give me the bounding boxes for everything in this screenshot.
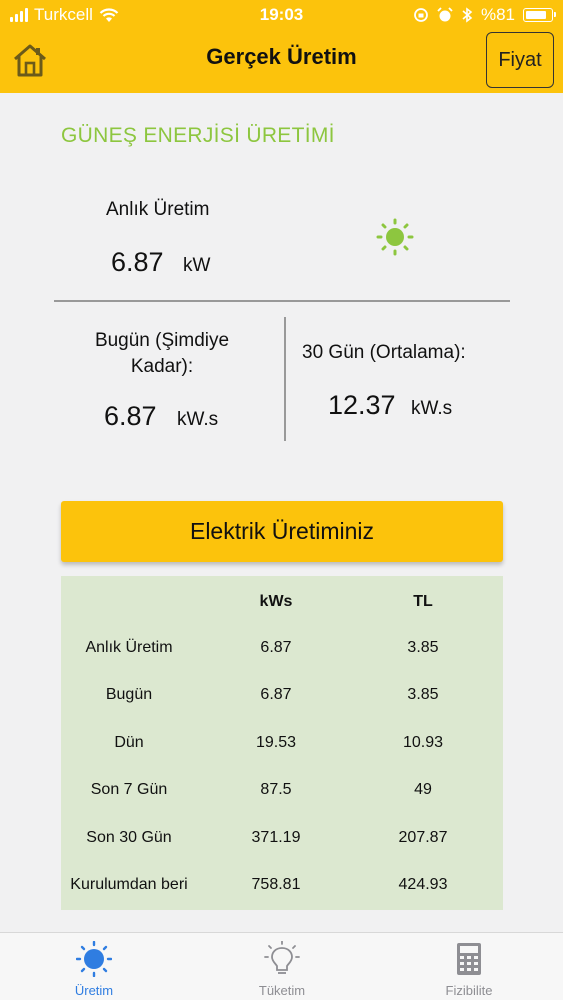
battery-icon <box>523 8 556 22</box>
instant-production-unit: kW <box>183 255 211 276</box>
row-tl: 3.85 <box>407 639 439 656</box>
today-value: 6.87 <box>104 401 157 431</box>
month-average-label: 30 Gün (Ortalama): <box>302 342 466 363</box>
row-tl: 49 <box>414 781 432 798</box>
row-kws: 6.87 <box>260 639 292 656</box>
month-average-unit: kW.s <box>411 398 453 419</box>
price-button[interactable]: Fiyat <box>486 32 554 88</box>
row-kws: 371.19 <box>251 829 301 846</box>
row-label: Son 30 Gün <box>86 829 172 846</box>
column-header-kws: kWs <box>259 593 293 610</box>
status-bar: Turkcell 19:03 %81 <box>0 0 563 30</box>
row-kws: 758.81 <box>251 876 301 893</box>
rotation-lock-icon <box>414 8 428 22</box>
app-header: Turkcell 19:03 %81 Gerçek Üretim Fiyat <box>0 0 563 93</box>
alarm-icon <box>437 7 453 22</box>
row-label: Kurulumdan beri <box>70 876 188 893</box>
lightbulb-icon <box>264 941 300 974</box>
production-banner[interactable]: Elektrik Üretiminiz <box>61 501 503 562</box>
instant-production-value: 6.87 <box>111 247 164 277</box>
row-label: Dün <box>114 734 144 751</box>
tab-bar: Üretim Tüketim Fizibilite <box>0 932 563 1000</box>
tab-fizibilite[interactable]: Fizibilite <box>409 933 529 1000</box>
row-label: Anlık Üretim <box>85 639 173 656</box>
instant-production-label: Anlık Üretim <box>106 199 210 220</box>
month-average-value: 12.37 <box>328 390 396 420</box>
row-tl: 3.85 <box>407 686 439 703</box>
row-label: Bugün <box>105 686 153 703</box>
row-kws: 6.87 <box>260 686 292 703</box>
divider-vertical <box>284 317 286 441</box>
page-title: Gerçek Üretim <box>206 44 357 69</box>
tab-label: Üretim <box>74 983 114 998</box>
sun-icon <box>76 941 112 977</box>
row-tl: 207.87 <box>398 829 448 846</box>
bluetooth-icon <box>462 7 473 23</box>
battery-percent: %81 <box>480 5 515 24</box>
calculator-icon <box>457 943 481 975</box>
tab-label: Tüketim <box>258 983 306 998</box>
divider-horizontal <box>54 300 510 302</box>
today-unit: kW.s <box>177 409 219 430</box>
row-kws: 87.5 <box>260 781 292 798</box>
column-header-tl: TL <box>413 593 433 610</box>
tab-uretim[interactable]: Üretim <box>34 933 154 1000</box>
section-title: GÜNEŞ ENERJİSİ ÜRETİMİ <box>61 124 335 147</box>
today-label: Bugün (Şimdiye Kadar): <box>94 330 230 377</box>
row-tl: 10.93 <box>402 734 444 751</box>
tab-tuketim[interactable]: Tüketim <box>222 933 342 1000</box>
production-table: kWs TL Anlık Üretim 6.87 3.85 Bugün 6.87… <box>61 576 503 910</box>
sun-icon <box>376 218 414 256</box>
row-tl: 424.93 <box>398 876 448 893</box>
row-kws: 19.53 <box>255 734 297 751</box>
tab-label: Fizibilite <box>445 983 493 998</box>
row-label: Son 7 Gün <box>90 781 168 798</box>
